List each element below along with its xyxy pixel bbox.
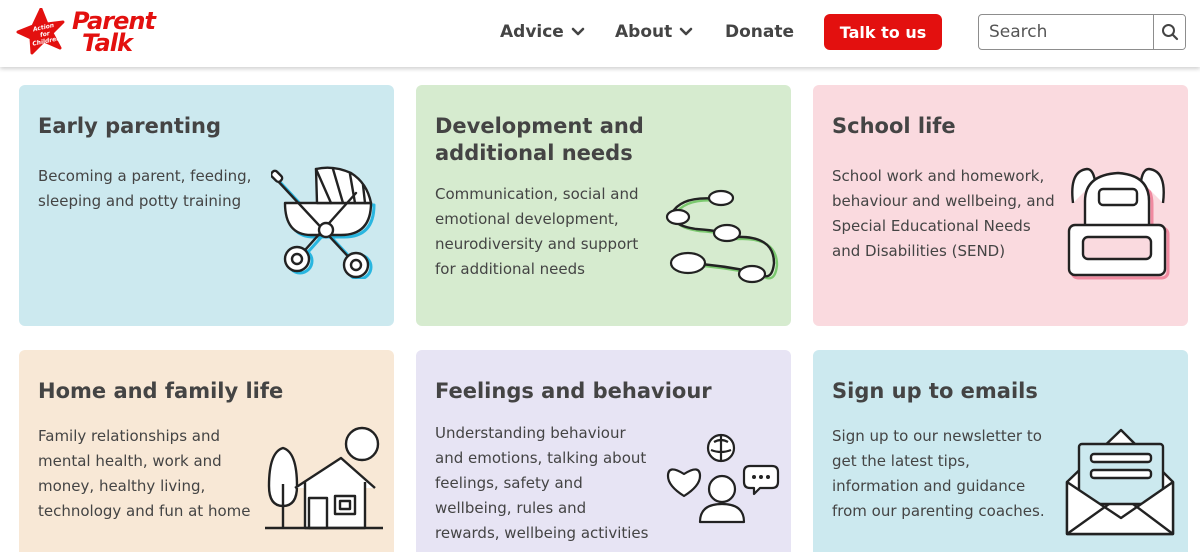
card-feelings[interactable]: Feelings and behaviour Understanding beh… xyxy=(416,350,791,552)
feelings-icon xyxy=(666,433,780,524)
card-description: Family relationships and mental health, … xyxy=(38,427,251,520)
search-icon xyxy=(1161,24,1178,41)
card-description: Understanding behaviour and emotions, ta… xyxy=(435,424,649,542)
card-title: Sign up to emails xyxy=(832,379,1038,403)
nav-advice[interactable]: Advice xyxy=(500,0,585,64)
card-title: Development and additional needs xyxy=(435,114,644,165)
search-input[interactable] xyxy=(979,15,1155,49)
nav-donate-label: Donate xyxy=(725,22,795,42)
search-box xyxy=(978,14,1186,50)
card-early-parenting[interactable]: Early parenting Becoming a parent, feedi… xyxy=(19,85,394,326)
card-title: Early parenting xyxy=(38,114,222,138)
talk-to-us-button[interactable]: Talk to us xyxy=(824,14,942,50)
card-title: Feelings and behaviour xyxy=(435,379,712,403)
card-description: Communication, social and emotional deve… xyxy=(435,185,639,278)
card-school-life[interactable]: School life School work and homework, be… xyxy=(813,85,1188,326)
logo-word-talk: Talk xyxy=(82,29,133,57)
pram-icon xyxy=(271,166,376,279)
envelope-icon xyxy=(1065,428,1175,536)
card-description: Becoming a parent, feeding, sleeping and… xyxy=(38,167,252,210)
card-title: Home and family life xyxy=(38,379,284,403)
card-title: School life xyxy=(832,114,956,138)
house-icon xyxy=(265,426,383,530)
site-header: Action for Children Parent Talk Advice A… xyxy=(0,0,1200,67)
milestones-path-icon xyxy=(665,189,779,284)
nav-about[interactable]: About xyxy=(615,0,693,64)
nav-donate[interactable]: Donate xyxy=(725,0,794,64)
nav-advice-label: Advice xyxy=(500,22,564,42)
card-sign-up-emails[interactable]: Sign up to emails Sign up to our newslet… xyxy=(813,350,1188,552)
nav-about-label: About xyxy=(615,22,673,42)
parent-talk-logo[interactable]: Action for Children Parent Talk xyxy=(16,8,176,56)
backpack-icon xyxy=(1067,167,1170,280)
chevron-down-icon xyxy=(679,27,693,36)
card-home-family[interactable]: Home and family life Family relationship… xyxy=(19,350,394,552)
card-description: School work and homework, behaviour and … xyxy=(832,167,1055,260)
card-description: Sign up to our newsletter to get the lat… xyxy=(832,427,1045,520)
card-development[interactable]: Development and additional needs Communi… xyxy=(416,85,791,326)
chevron-down-icon xyxy=(571,27,585,36)
search-button[interactable] xyxy=(1153,15,1185,49)
